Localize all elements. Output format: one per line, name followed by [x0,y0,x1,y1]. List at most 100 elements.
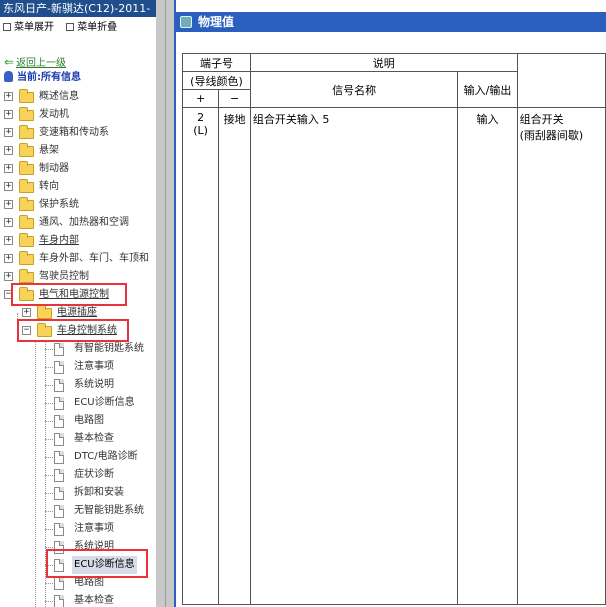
panel-splitter[interactable] [156,0,174,607]
menu-expand-button[interactable]: 菜单展开 [3,20,54,36]
tree-item[interactable]: + 悬架 [0,142,156,160]
folder-icon [19,107,34,121]
cell-io: 输入 [457,107,518,605]
current-location: 当前:所有信息 [4,71,81,85]
tree-leaf[interactable]: 注意事项 [0,358,156,376]
folder-icon [19,179,34,193]
tree-item[interactable]: + 车身外部、车门、车顶和 [0,250,156,268]
tree-line [45,601,53,602]
tree-item[interactable]: + 变速箱和传动系 [0,124,156,142]
tree-line [45,511,53,512]
folder-icon [19,197,34,211]
expand-icon[interactable]: + [4,236,13,245]
page-icon [54,361,64,374]
tree-line [45,367,53,368]
location-pin-icon [4,71,13,82]
content-border [174,0,176,607]
page-icon [54,505,64,518]
page-icon [54,397,64,410]
physical-values-table: 端子号 说明 (导线颜色) 信号名称 输入/输出 + − 2 (L) 接地 组合开… [181,53,606,605]
tree-line [45,349,53,350]
menu-bar: 菜单展开 菜单折叠 [0,20,156,36]
tree-item[interactable]: + 发动机 [0,106,156,124]
tree-leaf[interactable]: DTC/电路诊断 [0,448,156,466]
folder-icon [19,269,34,283]
header-minus: − [218,89,251,108]
page-icon [54,433,64,446]
tree-leaf[interactable]: 症状诊断 [0,466,156,484]
header-description: 说明 [249,53,518,72]
tree-line [45,385,53,386]
header-wire-color: (导线颜色) [182,71,251,90]
expand-icon[interactable]: + [22,308,31,317]
tree-leaf[interactable]: 拆卸和安装 [0,484,156,502]
folder-icon [19,89,34,103]
header-plus: + [181,89,220,108]
tree-item[interactable]: + 保护系统 [0,196,156,214]
tree-leaf[interactable]: 无智能钥匙系统 [0,502,156,520]
header-terminal: 端子号 [182,53,251,72]
expand-icon[interactable]: + [4,254,13,263]
folder-icon [37,305,52,319]
page-icon [54,487,64,500]
tree-line [45,529,53,530]
tree-line [45,547,53,548]
folder-icon [19,161,34,175]
expand-icon[interactable]: + [4,272,13,281]
menu-collapse-button[interactable]: 菜单折叠 [66,20,117,36]
tree-item[interactable]: + 概述信息 [0,88,156,106]
expand-icon[interactable]: + [4,182,13,191]
folder-icon [19,233,34,247]
tree-line [45,421,53,422]
tree-leaf[interactable]: ECU诊断信息 [0,394,156,412]
tree-item[interactable]: + 通风、加热器和空调 [0,214,156,232]
page-icon [54,577,64,590]
tree-line [45,457,53,458]
expand-icon[interactable]: + [4,128,13,137]
tree-leaf[interactable]: 基本检查 [0,592,156,607]
page-icon [54,415,64,428]
expand-icon[interactable]: + [4,200,13,209]
section-icon [180,16,192,28]
expand-icon[interactable]: + [4,146,13,155]
tree-leaf[interactable]: 系统说明 [0,376,156,394]
tree-item[interactable]: + 转向 [0,178,156,196]
expand-icon[interactable]: + [4,218,13,227]
page-icon [54,469,64,482]
folder-icon [19,215,34,229]
back-link[interactable]: ⇐ 返回上一级 [4,55,66,69]
tree-leaf[interactable]: 电路图 [0,412,156,430]
expand-icon[interactable]: + [4,110,13,119]
page-icon [54,595,64,607]
back-arrow-icon: ⇐ [4,55,15,69]
page-icon [54,451,64,464]
cell-plus: 2 (L) [181,107,220,605]
section-title: 物理值 [198,15,235,29]
cell-condition: 组合开关 (雨刮器间歇) [516,107,606,605]
tree-item[interactable]: + 车身内部 [0,232,156,250]
tree-line [45,403,53,404]
cell-minus: 接地 [218,107,251,605]
collapse-icon [66,23,75,31]
window-title: 东风日产-新骐达(C12)-2011- [0,0,156,17]
expand-icon[interactable]: + [4,164,13,173]
highlight-ecu-info [46,549,148,578]
folder-icon [19,125,34,139]
tree-leaf[interactable]: 有智能钥匙系统 [0,340,156,358]
expand-icon [3,23,11,31]
tree-item[interactable]: + 制动器 [0,160,156,178]
tree-line [45,475,53,476]
page-icon [54,379,64,392]
section-header: 物理值 [176,12,606,32]
page-icon [54,343,64,356]
header-signal-name: 信号名称 [249,71,459,108]
folder-icon [19,251,34,265]
tree-leaf[interactable]: 注意事项 [0,520,156,538]
tree-line [45,583,53,584]
tree-leaf[interactable]: 基本检查 [0,430,156,448]
tree-line [45,439,53,440]
expand-icon[interactable]: + [4,92,13,101]
splitter-groove [165,0,166,607]
folder-icon [19,143,34,157]
header-io: 输入/输出 [457,71,518,108]
